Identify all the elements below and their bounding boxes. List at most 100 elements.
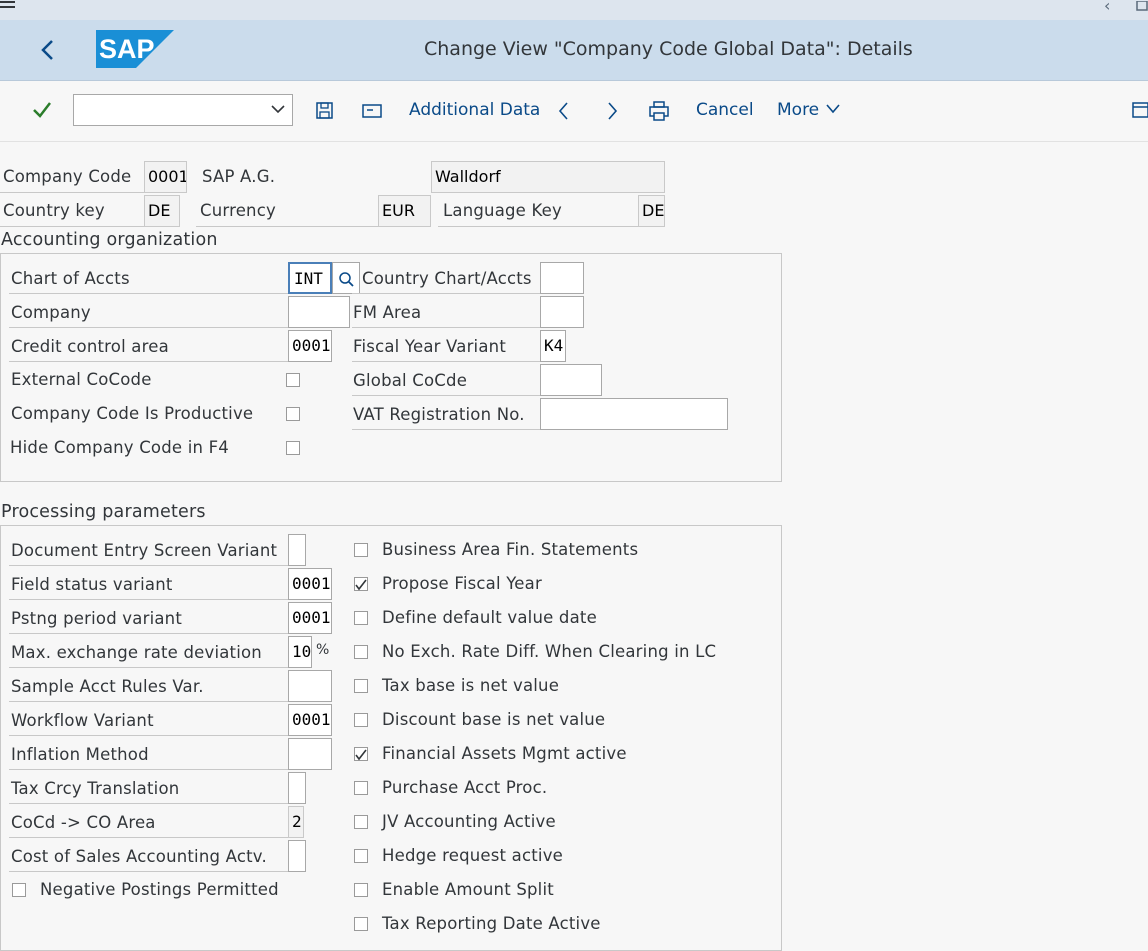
external-cocode-label: External CoCode (11, 370, 152, 389)
processing-field-label: Tax Crcy Translation (11, 779, 180, 798)
processing-checkbox-label: Financial Assets Mgmt active (382, 744, 627, 763)
processing-field-label: Max. exchange rate deviation (11, 643, 262, 662)
chevron-down-icon (825, 100, 841, 120)
processing-field-input[interactable] (288, 738, 332, 770)
additional-data-button[interactable]: Additional Data (409, 100, 540, 120)
more-button[interactable]: More (777, 100, 841, 120)
productive-label: Company Code Is Productive (11, 404, 254, 423)
save-icon[interactable] (315, 101, 335, 121)
label-underline (9, 327, 288, 328)
processing-field-label: Sample Acct Rules Var. (11, 677, 204, 696)
label-underline (9, 565, 288, 566)
processing-checkbox[interactable] (354, 713, 368, 727)
page-title: Change View "Company Code Global Data": … (424, 38, 913, 60)
processing-field-input[interactable]: 0001 (288, 704, 332, 736)
print-icon[interactable] (648, 100, 670, 122)
processing-field-label: Cost of Sales Accounting Actv. (11, 847, 267, 866)
processing-field-label: Pstng period variant (11, 609, 182, 628)
credit-control-label: Credit control area (11, 337, 169, 356)
global-cocde-field[interactable] (540, 364, 602, 396)
processing-checkbox[interactable] (354, 747, 368, 761)
value-help-icon[interactable] (332, 262, 360, 294)
processing-checkbox[interactable] (354, 781, 368, 795)
previous-icon[interactable] (556, 100, 572, 122)
accounting-org-title: Accounting organization (1, 230, 218, 250)
company-code-label: Company Code (3, 167, 132, 186)
hide-company-code-label: Hide Company Code in F4 (10, 438, 229, 457)
processing-checkbox[interactable] (354, 645, 368, 659)
company-field[interactable] (288, 296, 350, 328)
fiscal-year-variant-label: Fiscal Year Variant (353, 337, 506, 356)
enter-check-icon[interactable] (32, 100, 52, 120)
menu-icon[interactable] (0, 0, 16, 12)
processing-field-input[interactable]: 10 (288, 636, 312, 668)
processing-checkbox[interactable] (354, 917, 368, 931)
company-name-text: SAP A.G. (202, 167, 276, 186)
processing-field-input[interactable] (288, 670, 332, 702)
label-underline (0, 226, 144, 227)
label-underline (352, 327, 540, 328)
hide-company-code-checkbox[interactable] (286, 441, 300, 455)
fiscal-year-variant-field[interactable]: K4 (540, 330, 566, 362)
processing-checkbox-label: Hedge request active (382, 846, 564, 865)
processing-title: Processing parameters (1, 502, 206, 522)
processing-field-label: Field status variant (11, 575, 173, 594)
processing-field-label: Workflow Variant (11, 711, 154, 730)
window-icon[interactable] (1136, 0, 1148, 11)
processing-checkbox[interactable] (354, 577, 368, 591)
processing-checkbox[interactable] (354, 543, 368, 557)
company-label: Company (11, 303, 91, 322)
label-underline (352, 293, 540, 294)
credit-control-field[interactable]: 0001 (288, 330, 332, 362)
chart-of-accts-field[interactable]: INT (288, 262, 332, 294)
cancel-button[interactable]: Cancel (696, 100, 754, 120)
back-icon[interactable] (38, 38, 58, 62)
label-underline (9, 293, 288, 294)
label-underline (352, 429, 540, 430)
processing-field-input[interactable] (288, 840, 306, 872)
processing-field-input[interactable] (288, 534, 306, 566)
label-underline (438, 226, 638, 227)
label-underline (352, 361, 540, 362)
sap-logo: SAP (96, 30, 174, 68)
label-underline (9, 701, 288, 702)
processing-field-label: Inflation Method (11, 745, 149, 764)
processing-checkbox[interactable] (354, 611, 368, 625)
label-underline (9, 361, 288, 362)
vat-label: VAT Registration No. (353, 405, 525, 424)
processing-checkbox-label: Tax Reporting Date Active (382, 914, 601, 933)
collapse-icon[interactable]: ‹ (1104, 0, 1110, 15)
processing-checkbox-label: Business Area Fin. Statements (382, 540, 639, 559)
processing-field-input[interactable] (288, 772, 306, 804)
currency-label: Currency (200, 201, 276, 220)
processing-checkbox-label: Enable Amount Split (382, 880, 554, 899)
next-icon[interactable] (604, 100, 620, 122)
country-key-label: Country key (3, 201, 105, 220)
external-cocode-checkbox[interactable] (286, 373, 300, 387)
vat-field[interactable] (540, 398, 728, 430)
label-underline (196, 226, 378, 227)
chevron-down-icon[interactable] (270, 101, 286, 121)
country-key-field: DE (144, 195, 180, 227)
processing-field-input[interactable]: 0001 (288, 568, 332, 600)
currency-field: EUR (378, 195, 431, 227)
processing-checkbox-label: JV Accounting Active (382, 812, 556, 831)
label-underline (9, 599, 288, 600)
label-underline (0, 192, 144, 193)
processing-checkbox[interactable] (354, 815, 368, 829)
fm-area-field[interactable] (540, 296, 584, 328)
country-chart-field[interactable] (540, 262, 584, 294)
processing-checkbox[interactable] (354, 849, 368, 863)
processing-checkbox[interactable] (354, 883, 368, 897)
productive-checkbox[interactable] (286, 407, 300, 421)
processing-field-input[interactable]: 0001 (288, 602, 332, 634)
exit-fullscreen-icon[interactable] (1132, 101, 1148, 121)
svg-text:SAP: SAP (99, 34, 155, 64)
command-field[interactable] (73, 94, 293, 126)
label-underline (9, 735, 288, 736)
processing-checkbox[interactable] (354, 679, 368, 693)
negative-postings-label: Negative Postings Permitted (40, 880, 279, 899)
label-underline (9, 769, 288, 770)
display-change-icon[interactable] (361, 101, 383, 121)
negative-postings-checkbox[interactable] (12, 883, 26, 897)
